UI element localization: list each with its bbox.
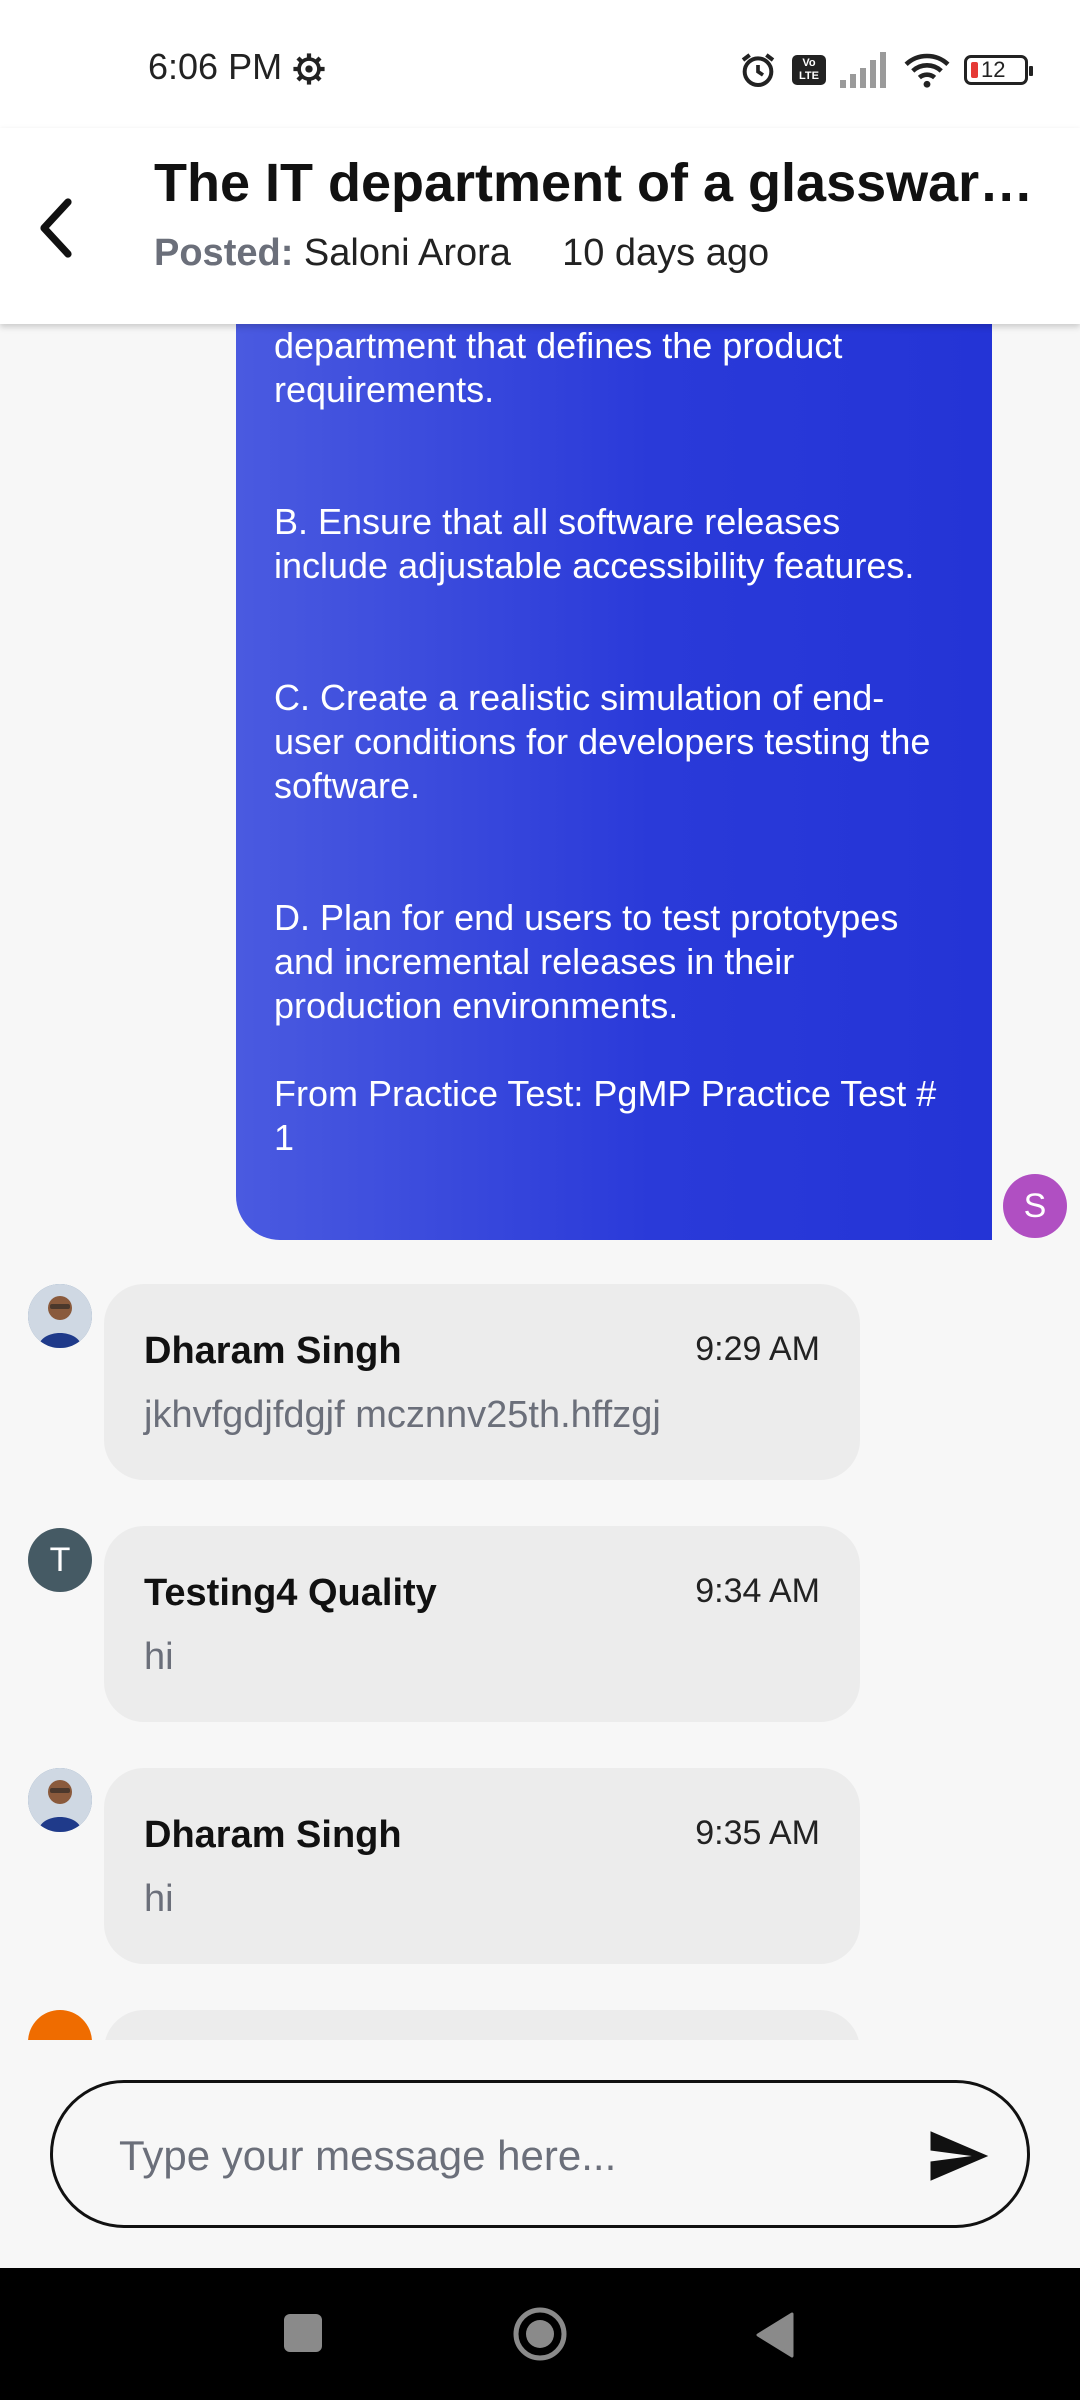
wifi-icon — [904, 53, 950, 88]
sender-name: Dharam Singh — [144, 1330, 402, 1372]
option-d: D. Plan for end users to test prototypes… — [274, 897, 899, 1026]
page-title: The IT department of a glassware ... — [154, 153, 1034, 213]
message-card[interactable] — [104, 2010, 860, 2040]
app-header: The IT department of a glassware ... Pos… — [0, 128, 1080, 324]
chat-thread[interactable]: department that defines the product requ… — [0, 324, 1080, 2040]
status-time: 6:06 PM — [148, 46, 283, 87]
question-source: From Practice Test: PgMP Practice Test #… — [274, 1073, 937, 1158]
message-input-container — [50, 2080, 1030, 2228]
author-name[interactable]: Saloni Arora — [304, 232, 511, 274]
post-meta: Posted: Saloni Arora 10 days ago — [154, 232, 769, 275]
chevron-left-icon — [40, 198, 72, 258]
message-time: 9:35 AM — [695, 1814, 820, 1852]
message-input[interactable] — [117, 2113, 901, 2199]
message-text: hi — [144, 1636, 174, 1678]
alarm-icon — [741, 53, 775, 87]
message-card[interactable]: Testing4 Quality 9:34 AM hi — [104, 1526, 860, 1722]
message-text: hi — [144, 1878, 174, 1920]
system-nav-bar — [0, 2268, 1080, 2400]
home-button[interactable] — [512, 2306, 568, 2362]
battery-level: 12 — [981, 57, 1006, 82]
send-button[interactable] — [923, 2123, 993, 2189]
volte-icon: Vo LTE — [792, 55, 826, 85]
nav-back-button[interactable] — [754, 2312, 794, 2358]
option-c: C. Create a realistic simulation of end-… — [274, 677, 931, 806]
question-bubble: department that defines the product requ… — [236, 324, 992, 1240]
avatar[interactable] — [28, 1284, 92, 1348]
status-bar: 6:06 PM Vo LTE 12 — [0, 0, 1080, 128]
composer — [0, 2040, 1080, 2268]
sender-name: Dharam Singh — [144, 1814, 402, 1856]
avatar[interactable] — [28, 1768, 92, 1832]
battery-icon: 12 — [964, 55, 1033, 85]
avatar[interactable]: S — [1003, 1174, 1067, 1238]
post-age: 10 days ago — [562, 232, 770, 274]
signal-icon — [840, 52, 886, 88]
avatar[interactable] — [28, 2010, 92, 2040]
option-b: B. Ensure that all software releases inc… — [274, 501, 915, 586]
message-card[interactable]: Dharam Singh 9:35 AM hi — [104, 1768, 860, 1964]
back-button[interactable] — [26, 188, 86, 268]
message-time: 9:29 AM — [695, 1330, 820, 1368]
avatar[interactable]: T — [28, 1528, 92, 1592]
user-photo-icon — [28, 1284, 92, 1348]
user-photo-icon — [28, 1768, 92, 1832]
sender-name: Testing4 Quality — [144, 1572, 437, 1614]
posted-label: Posted: — [154, 232, 294, 274]
question-text: department that defines the product requ… — [274, 325, 843, 410]
message-text: jkhvfgdjfdgjf mcznnv25th.hffzgj — [144, 1394, 661, 1436]
send-icon — [930, 2131, 989, 2181]
gear-icon — [293, 53, 325, 85]
message-time: 9:34 AM — [695, 1572, 820, 1610]
recents-button[interactable] — [284, 2314, 322, 2352]
message-card[interactable]: Dharam Singh 9:29 AM jkhvfgdjfdgjf mcznn… — [104, 1284, 860, 1480]
